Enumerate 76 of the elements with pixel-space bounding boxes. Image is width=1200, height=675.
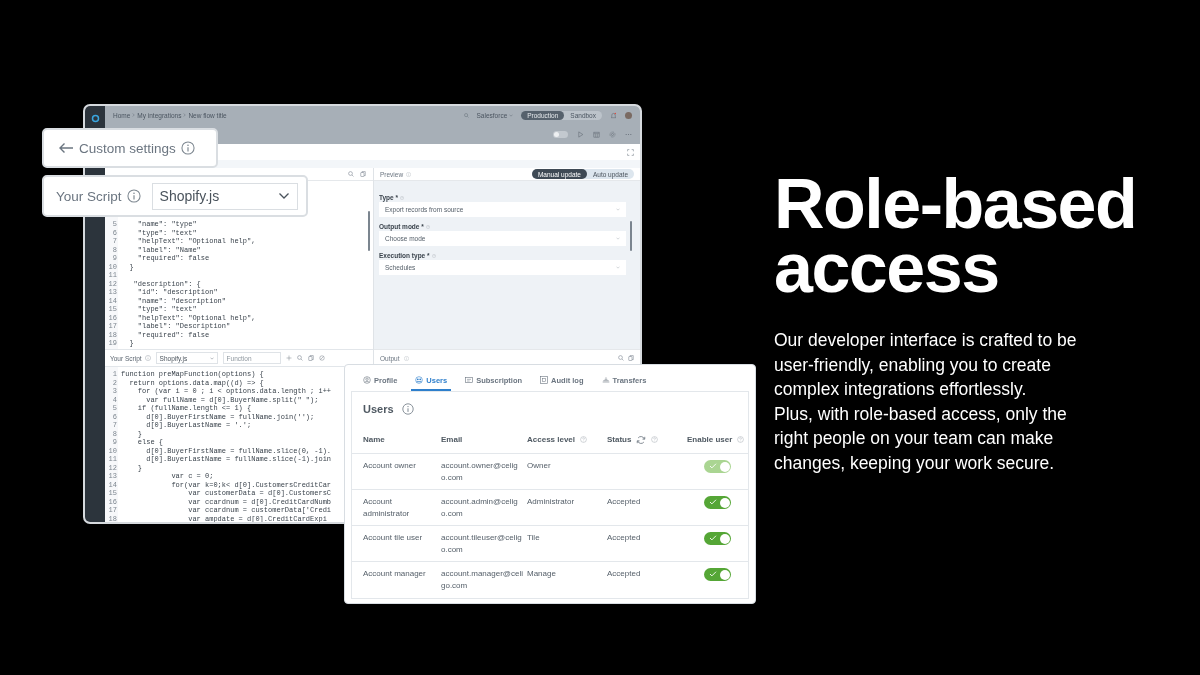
table-cell-text: Owner [527, 460, 552, 472]
block-icon[interactable] [318, 355, 325, 361]
flow-toggle[interactable] [553, 130, 568, 138]
chevron-down-icon [616, 266, 620, 269]
stack-icon [601, 376, 610, 384]
table-cell-text: Administrator [527, 496, 576, 508]
table-cell-text: Manage [527, 568, 557, 580]
help-icon [737, 436, 745, 443]
play-icon[interactable] [577, 130, 584, 138]
scrollbar[interactable] [368, 211, 370, 251]
copy-icon[interactable] [628, 355, 634, 361]
column-header: Email [441, 435, 463, 444]
chevron-down-icon [616, 237, 620, 240]
help-icon [431, 253, 436, 258]
table-cell-text: account.admin@celigo.com [441, 496, 519, 520]
copy-icon[interactable] [360, 171, 366, 177]
bell-icon[interactable] [610, 111, 617, 119]
table-cell-text: Account administrator [363, 496, 411, 520]
enable-user-toggle[interactable] [704, 568, 731, 581]
search-icon[interactable] [296, 355, 303, 361]
enable-user-toggle[interactable] [704, 532, 731, 545]
column-header: Access level [527, 435, 576, 444]
description-text: Plus, with role-based access, only the right people on your team can make changes, keeping your work secure. [774, 402, 1068, 475]
table-cell-text: Tile [527, 532, 541, 544]
square-icon [540, 376, 549, 384]
refresh-icon[interactable] [636, 434, 647, 445]
user-icon [363, 376, 371, 384]
logo-icon[interactable] [90, 114, 100, 123]
search-icon[interactable] [463, 112, 469, 118]
checkmark-icon [709, 571, 717, 577]
column-header: Name [363, 435, 385, 444]
chevron-down-icon [277, 192, 290, 200]
table-cell-text: Accepted [607, 568, 642, 580]
custom-settings-title: Custom settings [79, 140, 176, 156]
checkmark-icon [709, 463, 717, 469]
plus-icon[interactable] [285, 355, 292, 361]
info-icon [180, 141, 195, 155]
search-icon[interactable] [618, 355, 624, 361]
headline: Role-based access [774, 172, 1138, 300]
document-icon [465, 376, 474, 384]
scrollbar[interactable] [630, 221, 632, 251]
checkmark-icon [709, 535, 717, 541]
column-header: Status [607, 435, 632, 444]
info-icon [401, 403, 414, 415]
script-label: Your Script [56, 188, 122, 204]
calendar-icon[interactable] [593, 130, 600, 138]
chevron-down-icon [616, 208, 620, 211]
settings-icon[interactable] [609, 130, 616, 138]
table-cell-text: Account owner [363, 460, 417, 472]
search-icon[interactable] [348, 171, 354, 177]
help-icon [425, 224, 430, 229]
help-icon [580, 436, 588, 443]
table-cell-text: Accepted [607, 532, 642, 544]
back-arrow-icon[interactable] [58, 142, 74, 154]
info-icon [403, 355, 409, 361]
avatar[interactable] [625, 111, 632, 119]
table-cell-text: account.tileuser@celigo.com [441, 532, 523, 556]
table-cell-text: Account manager [363, 568, 427, 580]
users-icon [415, 376, 424, 384]
table-cell-text: Account tile user [363, 532, 424, 544]
checkmark-icon [709, 499, 717, 505]
expand-icon[interactable] [627, 148, 634, 156]
info-icon [406, 171, 412, 177]
enable-user-toggle[interactable] [704, 496, 731, 509]
copy-icon[interactable] [307, 355, 314, 361]
table-cell-text: account.manager@celigo.com [441, 568, 524, 592]
script-select[interactable]: Shopify.js [151, 182, 298, 210]
info-icon [144, 355, 151, 361]
table-cell-text: Accepted [607, 496, 642, 508]
help-icon [651, 436, 659, 443]
users-title: Users [363, 403, 394, 415]
help-icon [400, 195, 405, 200]
column-header: Enable user [687, 435, 733, 444]
info-icon [126, 189, 141, 203]
description-text: Our developer interface is crafted to be user-friendly, enabling you to create complex integrations effortlessly. [774, 329, 1078, 401]
table-cell-text: account.owner@celigo.com [441, 460, 519, 484]
